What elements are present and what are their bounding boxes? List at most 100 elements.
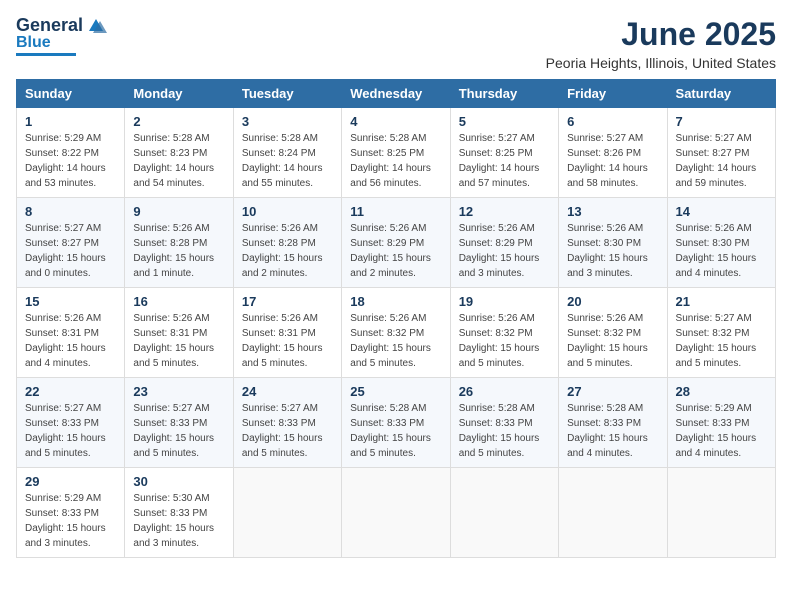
day-number: 15 [25,294,116,309]
calendar-cell: 29 Sunrise: 5:29 AMSunset: 8:33 PMDaylig… [17,468,125,558]
logo: General Blue [16,16,107,56]
day-number: 2 [133,114,224,129]
day-number: 8 [25,204,116,219]
day-info: Sunrise: 5:27 AMSunset: 8:32 PMDaylight:… [676,311,767,371]
calendar-cell: 22 Sunrise: 5:27 AMSunset: 8:33 PMDaylig… [17,378,125,468]
day-info: Sunrise: 5:28 AMSunset: 8:25 PMDaylight:… [350,131,441,191]
calendar-cell: 30 Sunrise: 5:30 AMSunset: 8:33 PMDaylig… [125,468,233,558]
day-number: 27 [567,384,658,399]
day-number: 22 [25,384,116,399]
day-number: 26 [459,384,550,399]
day-number: 29 [25,474,116,489]
weekday-header-row: SundayMondayTuesdayWednesdayThursdayFrid… [17,80,776,108]
calendar-table: SundayMondayTuesdayWednesdayThursdayFrid… [16,79,776,558]
title-area: June 2025 Peoria Heights, Illinois, Unit… [546,16,776,71]
day-info: Sunrise: 5:26 AMSunset: 8:30 PMDaylight:… [676,221,767,281]
day-number: 25 [350,384,441,399]
day-info: Sunrise: 5:27 AMSunset: 8:33 PMDaylight:… [242,401,333,461]
calendar-cell: 26 Sunrise: 5:28 AMSunset: 8:33 PMDaylig… [450,378,558,468]
day-number: 23 [133,384,224,399]
calendar-cell [559,468,667,558]
day-info: Sunrise: 5:27 AMSunset: 8:33 PMDaylight:… [25,401,116,461]
day-info: Sunrise: 5:26 AMSunset: 8:28 PMDaylight:… [133,221,224,281]
calendar-cell [342,468,450,558]
day-info: Sunrise: 5:27 AMSunset: 8:25 PMDaylight:… [459,131,550,191]
page-header: General Blue June 2025 Peoria Heights, I… [16,16,776,71]
calendar-cell: 9 Sunrise: 5:26 AMSunset: 8:28 PMDayligh… [125,198,233,288]
day-info: Sunrise: 5:28 AMSunset: 8:33 PMDaylight:… [459,401,550,461]
day-info: Sunrise: 5:30 AMSunset: 8:33 PMDaylight:… [133,491,224,551]
day-number: 21 [676,294,767,309]
day-info: Sunrise: 5:26 AMSunset: 8:32 PMDaylight:… [350,311,441,371]
day-info: Sunrise: 5:26 AMSunset: 8:31 PMDaylight:… [25,311,116,371]
day-info: Sunrise: 5:27 AMSunset: 8:27 PMDaylight:… [676,131,767,191]
calendar-cell: 6 Sunrise: 5:27 AMSunset: 8:26 PMDayligh… [559,108,667,198]
calendar-cell: 15 Sunrise: 5:26 AMSunset: 8:31 PMDaylig… [17,288,125,378]
weekday-header-wednesday: Wednesday [342,80,450,108]
calendar-cell: 28 Sunrise: 5:29 AMSunset: 8:33 PMDaylig… [667,378,775,468]
day-info: Sunrise: 5:27 AMSunset: 8:27 PMDaylight:… [25,221,116,281]
calendar-cell: 12 Sunrise: 5:26 AMSunset: 8:29 PMDaylig… [450,198,558,288]
calendar-week-3: 15 Sunrise: 5:26 AMSunset: 8:31 PMDaylig… [17,288,776,378]
calendar-cell: 7 Sunrise: 5:27 AMSunset: 8:27 PMDayligh… [667,108,775,198]
calendar-cell: 3 Sunrise: 5:28 AMSunset: 8:24 PMDayligh… [233,108,341,198]
calendar-week-5: 29 Sunrise: 5:29 AMSunset: 8:33 PMDaylig… [17,468,776,558]
day-info: Sunrise: 5:29 AMSunset: 8:33 PMDaylight:… [25,491,116,551]
day-number: 14 [676,204,767,219]
day-number: 7 [676,114,767,129]
day-number: 1 [25,114,116,129]
logo-icon [85,17,107,35]
calendar-cell: 5 Sunrise: 5:27 AMSunset: 8:25 PMDayligh… [450,108,558,198]
calendar-week-2: 8 Sunrise: 5:27 AMSunset: 8:27 PMDayligh… [17,198,776,288]
day-info: Sunrise: 5:26 AMSunset: 8:31 PMDaylight:… [133,311,224,371]
day-number: 12 [459,204,550,219]
day-number: 18 [350,294,441,309]
day-number: 19 [459,294,550,309]
day-info: Sunrise: 5:28 AMSunset: 8:24 PMDaylight:… [242,131,333,191]
weekday-header-sunday: Sunday [17,80,125,108]
calendar-cell: 19 Sunrise: 5:26 AMSunset: 8:32 PMDaylig… [450,288,558,378]
weekday-header-friday: Friday [559,80,667,108]
day-number: 24 [242,384,333,399]
day-number: 17 [242,294,333,309]
weekday-header-monday: Monday [125,80,233,108]
day-info: Sunrise: 5:26 AMSunset: 8:30 PMDaylight:… [567,221,658,281]
day-number: 28 [676,384,767,399]
calendar-cell: 2 Sunrise: 5:28 AMSunset: 8:23 PMDayligh… [125,108,233,198]
day-number: 20 [567,294,658,309]
logo-text-blue: Blue [16,34,51,52]
calendar-week-1: 1 Sunrise: 5:29 AMSunset: 8:22 PMDayligh… [17,108,776,198]
day-info: Sunrise: 5:28 AMSunset: 8:23 PMDaylight:… [133,131,224,191]
weekday-header-thursday: Thursday [450,80,558,108]
calendar-cell: 16 Sunrise: 5:26 AMSunset: 8:31 PMDaylig… [125,288,233,378]
calendar-cell [233,468,341,558]
calendar-cell: 17 Sunrise: 5:26 AMSunset: 8:31 PMDaylig… [233,288,341,378]
weekday-header-saturday: Saturday [667,80,775,108]
day-number: 30 [133,474,224,489]
day-number: 10 [242,204,333,219]
day-number: 16 [133,294,224,309]
day-info: Sunrise: 5:29 AMSunset: 8:33 PMDaylight:… [676,401,767,461]
day-info: Sunrise: 5:28 AMSunset: 8:33 PMDaylight:… [567,401,658,461]
location-subtitle: Peoria Heights, Illinois, United States [546,55,776,71]
calendar-cell [667,468,775,558]
day-info: Sunrise: 5:26 AMSunset: 8:32 PMDaylight:… [459,311,550,371]
day-info: Sunrise: 5:26 AMSunset: 8:31 PMDaylight:… [242,311,333,371]
logo-underline [16,53,76,56]
weekday-header-tuesday: Tuesday [233,80,341,108]
day-number: 13 [567,204,658,219]
calendar-cell: 21 Sunrise: 5:27 AMSunset: 8:32 PMDaylig… [667,288,775,378]
calendar-cell: 1 Sunrise: 5:29 AMSunset: 8:22 PMDayligh… [17,108,125,198]
calendar-cell: 27 Sunrise: 5:28 AMSunset: 8:33 PMDaylig… [559,378,667,468]
day-number: 6 [567,114,658,129]
calendar-cell: 24 Sunrise: 5:27 AMSunset: 8:33 PMDaylig… [233,378,341,468]
calendar-cell: 10 Sunrise: 5:26 AMSunset: 8:28 PMDaylig… [233,198,341,288]
day-number: 4 [350,114,441,129]
calendar-cell: 13 Sunrise: 5:26 AMSunset: 8:30 PMDaylig… [559,198,667,288]
calendar-week-4: 22 Sunrise: 5:27 AMSunset: 8:33 PMDaylig… [17,378,776,468]
calendar-cell: 18 Sunrise: 5:26 AMSunset: 8:32 PMDaylig… [342,288,450,378]
day-info: Sunrise: 5:26 AMSunset: 8:32 PMDaylight:… [567,311,658,371]
calendar-cell: 8 Sunrise: 5:27 AMSunset: 8:27 PMDayligh… [17,198,125,288]
day-info: Sunrise: 5:27 AMSunset: 8:26 PMDaylight:… [567,131,658,191]
calendar-cell: 23 Sunrise: 5:27 AMSunset: 8:33 PMDaylig… [125,378,233,468]
